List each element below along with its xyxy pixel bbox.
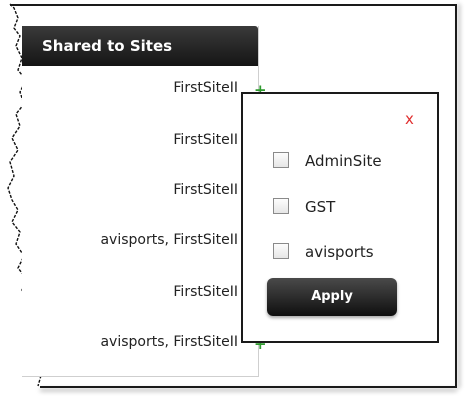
site-row: FirstSiteII bbox=[173, 284, 238, 300]
site-row: FirstSiteII bbox=[173, 182, 238, 198]
close-popup-button[interactable]: x bbox=[405, 110, 414, 128]
site-option-label: AdminSite bbox=[305, 152, 382, 170]
avisports-checkbox[interactable] bbox=[273, 243, 289, 259]
site-select-popup: x AdminSite GST avisports Apply bbox=[241, 92, 439, 343]
gst-checkbox[interactable] bbox=[273, 198, 289, 214]
site-row: FirstSiteII bbox=[173, 80, 238, 96]
screenshot-border-top bbox=[10, 4, 456, 6]
adminsite-checkbox[interactable] bbox=[273, 152, 289, 168]
site-row: avisports, FirstSiteII bbox=[100, 232, 238, 248]
site-option-label: GST bbox=[305, 198, 336, 216]
site-row: avisports, FirstSiteII bbox=[100, 334, 238, 350]
apply-button[interactable]: Apply bbox=[267, 278, 397, 316]
shared-to-sites-panel: Shared to Sites FirstSiteII FirstSiteII … bbox=[22, 26, 267, 377]
screenshot-border-bottom bbox=[40, 386, 457, 388]
screenshot-border-right bbox=[455, 4, 457, 388]
site-option-label: avisports bbox=[305, 243, 374, 261]
shared-to-sites-header: Shared to Sites bbox=[22, 26, 258, 66]
site-row: FirstSiteII bbox=[173, 132, 238, 148]
